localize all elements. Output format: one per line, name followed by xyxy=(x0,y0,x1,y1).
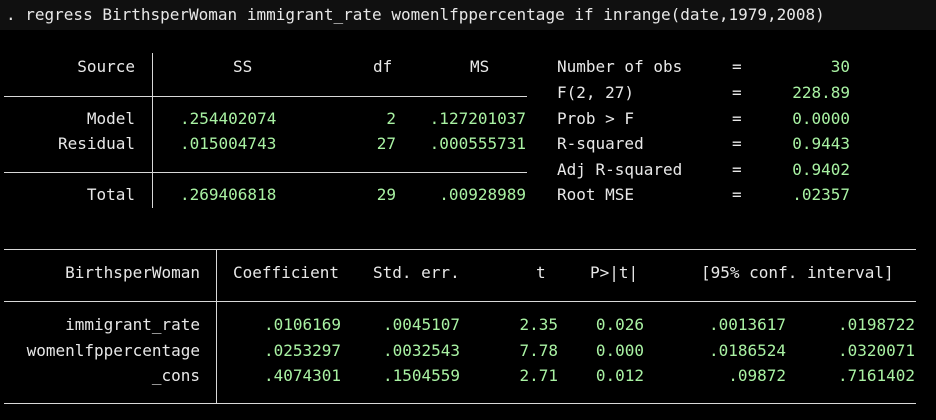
anova-row-df: 2 xyxy=(386,109,396,128)
stat-equals: = xyxy=(732,57,742,76)
coef-row-pvalue: 0.000 xyxy=(595,341,644,360)
anova-row-ss: .269406818 xyxy=(180,185,277,204)
coef-rule-bottom xyxy=(4,403,916,404)
coef-divider-body xyxy=(216,301,217,404)
stat-label: Adj R-squared xyxy=(557,160,683,179)
anova-row-source: Model xyxy=(86,109,135,128)
coef-row-pvalue: 0.012 xyxy=(595,366,644,385)
stat-equals: = xyxy=(732,160,742,179)
command-line: . regress BirthsperWoman immigrant_rate … xyxy=(6,5,825,24)
anova-divider-bottom xyxy=(152,172,153,208)
stat-label: Prob > F xyxy=(557,109,635,128)
stat-value: 0.9443 xyxy=(792,134,850,153)
coef-header-var: BirthsperWoman xyxy=(65,263,200,282)
coef-row-coefficient: .0253297 xyxy=(263,341,341,360)
anova-row-df: 27 xyxy=(376,134,396,153)
coef-row-t: 2.71 xyxy=(519,366,558,385)
coef-row-stderr: .1504559 xyxy=(382,366,460,385)
coef-row-stderr: .0032543 xyxy=(382,341,460,360)
anova-divider-mid xyxy=(152,106,153,172)
coef-rule-top xyxy=(4,249,916,250)
coef-row-var: immigrant_rate xyxy=(65,315,200,334)
anova-header-ms: MS xyxy=(470,57,490,76)
coef-header-pvalue: P>|t| xyxy=(590,263,639,282)
stat-value: 0.0000 xyxy=(792,109,850,128)
stat-equals: = xyxy=(732,185,742,204)
anova-row-ms: .00928989 xyxy=(439,185,526,204)
coef-rule-header xyxy=(4,301,916,302)
coef-row-coefficient: .4074301 xyxy=(263,366,341,385)
coef-row-ci-low: .09872 xyxy=(728,366,786,385)
coef-row-t: 7.78 xyxy=(519,341,558,360)
anova-row-ss: .254402074 xyxy=(180,109,277,128)
stat-equals: = xyxy=(732,83,742,102)
stat-value: 0.9402 xyxy=(792,160,850,179)
anova-rule-1 xyxy=(4,96,527,97)
stat-label: R-squared xyxy=(557,134,644,153)
coef-row-t: 2.35 xyxy=(519,315,558,334)
stat-value: 228.89 xyxy=(792,83,850,102)
stat-equals: = xyxy=(732,134,742,153)
anova-header-ss: SS xyxy=(233,57,253,76)
anova-row-ms: .127201037 xyxy=(429,109,526,128)
stat-equals: = xyxy=(732,109,742,128)
stat-label: Number of obs xyxy=(557,57,683,76)
anova-row-source: Residual xyxy=(57,134,135,153)
coef-row-stderr: .0045107 xyxy=(382,315,460,334)
stat-label: Root MSE xyxy=(557,185,635,204)
coef-row-var: womenlfppercentage xyxy=(26,341,200,360)
coef-row-var: _cons xyxy=(151,366,200,385)
stat-label: F(2, 27) xyxy=(557,83,635,102)
coef-row-ci-low: .0186524 xyxy=(708,341,786,360)
coef-row-pvalue: 0.026 xyxy=(595,315,644,334)
anova-row-ms: .000555731 xyxy=(429,134,526,153)
coef-header-conf-interval: [95% conf. interval] xyxy=(701,263,894,282)
stat-value: 30 xyxy=(830,57,850,76)
stat-value: .02357 xyxy=(792,185,850,204)
anova-header-df: df xyxy=(373,57,393,76)
anova-rule-2 xyxy=(4,172,527,173)
coef-divider-top xyxy=(216,249,217,302)
coef-row-ci-high: .7161402 xyxy=(837,366,915,385)
coef-header-coefficient: Coefficient xyxy=(233,263,339,282)
coef-header-stderr: Std. err. xyxy=(373,263,460,282)
anova-divider-top xyxy=(152,53,153,106)
coef-row-ci-high: .0320071 xyxy=(837,341,915,360)
anova-header-source: Source xyxy=(77,57,135,76)
coef-header-t: t xyxy=(536,263,546,282)
coef-row-ci-low: .0013617 xyxy=(708,315,786,334)
anova-row-source: Total xyxy=(86,185,135,204)
coef-row-ci-high: .0198722 xyxy=(837,315,915,334)
anova-row-ss: .015004743 xyxy=(180,134,277,153)
coef-row-coefficient: .0106169 xyxy=(263,315,341,334)
anova-row-df: 29 xyxy=(376,185,396,204)
